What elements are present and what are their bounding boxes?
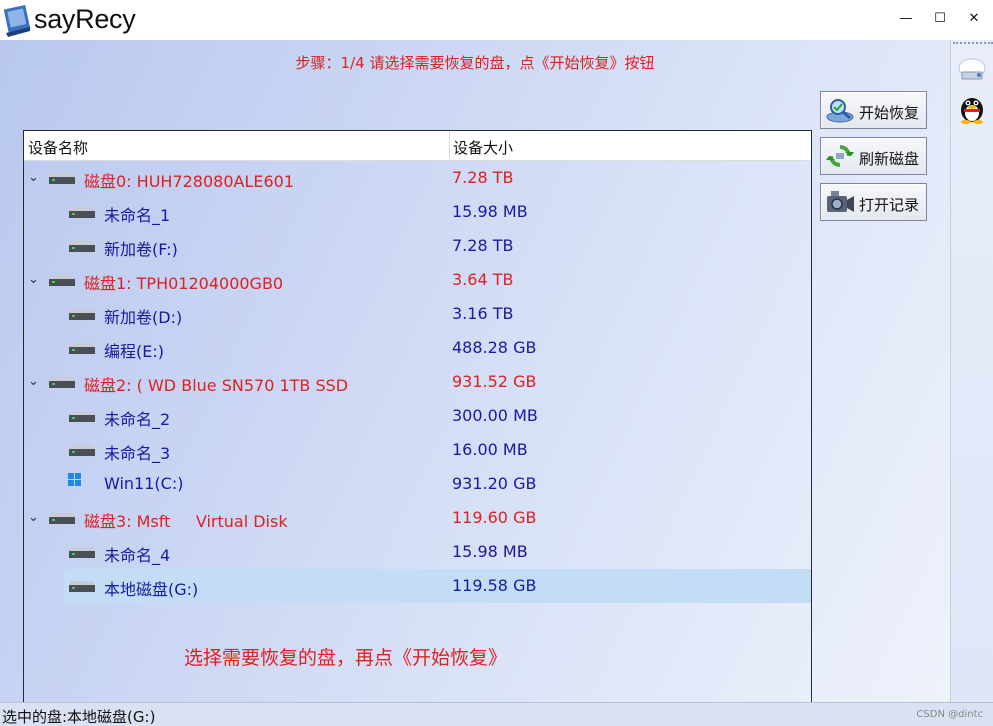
partition-name: Win11(C:) (104, 474, 184, 493)
hard-drive-icon (49, 513, 75, 524)
start-recovery-button[interactable]: 开始恢复 (820, 91, 927, 129)
chevron-down-icon[interactable]: ⌄ (28, 510, 39, 525)
step-instruction: 步骤：1/4 请选择需要恢复的盘，点《开始恢复》按钮 (295, 54, 655, 72)
partition-name: 未命名_2 (104, 410, 171, 429)
camera-icon (827, 191, 854, 212)
status-bar: 选中的盘:本地磁盘(G:) CSDN @dintc (0, 702, 993, 726)
partition-row[interactable]: 新加卷(F:) 7.28 TB (24, 229, 811, 263)
partition-row[interactable]: Win11(C:) 931.20 GB (24, 467, 811, 501)
hard-drive-icon (69, 581, 95, 592)
app-logo-icon (4, 4, 31, 37)
refresh-disks-button[interactable]: 刷新磁盘 (820, 137, 927, 175)
hard-drive-icon (49, 275, 75, 286)
hard-drive-icon (49, 377, 75, 388)
partition-name: 未命名_3 (104, 444, 171, 463)
app-title: sayRecy (34, 4, 136, 34)
partition-size: 16.00 MB (452, 440, 528, 459)
side-toolbar (950, 40, 993, 702)
open-records-button[interactable]: 打开记录 (820, 183, 927, 221)
disk-size: 7.28 TB (452, 168, 514, 187)
hard-drive-icon (69, 343, 95, 354)
column-header-device-name[interactable]: 设备名称 (28, 137, 88, 158)
hard-drive-icon (69, 445, 95, 456)
disk-tree[interactable]: 设备名称 设备大小 ⌄ 磁盘0: HUH728080ALE601 7.28 TB 未命… (23, 130, 812, 718)
hard-drive-icon (69, 411, 95, 422)
partition-row[interactable]: 新加卷(D:) 3.16 TB (24, 297, 811, 331)
disk-row[interactable]: ⌄ 磁盘2: ( WD Blue SN570 1TB SSD 931.52 GB (24, 365, 811, 399)
partition-row[interactable]: 未命名_4 15.98 MB (24, 535, 811, 569)
close-button[interactable]: ✕ (957, 4, 991, 32)
title-bar: sayRecy — ☐ ✕ (0, 0, 993, 40)
selected-disk-status: 选中的盘:本地磁盘(G:) (2, 708, 156, 726)
disk-row[interactable]: ⌄ 磁盘0: HUH728080ALE601 7.28 TB (24, 161, 811, 195)
partition-size: 7.28 TB (452, 236, 514, 255)
start-recovery-label: 开始恢复 (859, 104, 920, 122)
partition-size: 300.00 MB (452, 406, 538, 425)
column-divider[interactable] (449, 131, 450, 161)
qq-penguin-icon[interactable] (958, 92, 986, 124)
disk-name: 磁盘1: TPH01204000GB0 (84, 274, 284, 293)
refresh-disks-label: 刷新磁盘 (859, 150, 920, 168)
minimize-button[interactable]: — (889, 4, 923, 32)
partition-row[interactable]: 编程(E:) 488.28 GB (24, 331, 811, 365)
main-panel: 步骤：1/4 请选择需要恢复的盘，点《开始恢复》按钮 设备名称 设备大小 ⌄ 磁盘… (0, 40, 950, 718)
disk-row[interactable]: ⌄ 磁盘1: TPH01204000GB0 3.64 TB (24, 263, 811, 297)
disk-size: 3.64 TB (452, 270, 514, 289)
disk-name: 磁盘3: Msft Virtual Disk (84, 512, 288, 531)
hard-drive-icon (69, 547, 95, 558)
partition-name: 本地磁盘(G:) (104, 580, 199, 599)
partition-name: 编程(E:) (104, 342, 164, 361)
chevron-down-icon[interactable]: ⌄ (28, 170, 39, 185)
partition-row[interactable]: 未命名_2 300.00 MB (24, 399, 811, 433)
partition-size: 488.28 GB (452, 338, 537, 357)
disk-name: 磁盘2: ( WD Blue SN570 1TB SSD (84, 376, 349, 395)
partition-name: 新加卷(D:) (104, 308, 183, 327)
tree-header: 设备名称 设备大小 (24, 131, 811, 161)
open-records-label: 打开记录 (859, 196, 920, 214)
partition-size: 15.98 MB (452, 202, 528, 221)
hard-drive-icon (69, 207, 95, 218)
chevron-down-icon[interactable]: ⌄ (28, 374, 39, 389)
disk-row[interactable]: ⌄ 磁盘3: Msft Virtual Disk 119.60 GB (24, 501, 811, 535)
partition-size: 931.20 GB (452, 474, 537, 493)
watermark: CSDN @dintc (916, 709, 983, 720)
windows-logo-icon (68, 473, 81, 486)
disk-name: 磁盘0: HUH728080ALE601 (84, 172, 295, 191)
partition-row[interactable]: 未命名_3 16.00 MB (24, 433, 811, 467)
hard-drive-icon (49, 173, 75, 184)
column-header-device-size[interactable]: 设备大小 (453, 137, 513, 158)
magnifier-disk-icon (826, 99, 854, 123)
partition-row[interactable]: 本地磁盘(G:) 119.58 GB (24, 569, 811, 603)
partition-name: 未命名_1 (104, 206, 171, 225)
partition-size: 3.16 TB (452, 304, 514, 323)
refresh-icon (826, 145, 854, 167)
hint-text: 选择需要恢复的盘，再点《开始恢复》 (184, 647, 508, 669)
partition-row[interactable]: 未命名_1 15.98 MB (24, 195, 811, 229)
network-disk-icon[interactable] (956, 54, 988, 84)
hard-drive-icon (69, 241, 95, 252)
disk-size: 931.52 GB (452, 372, 537, 391)
side-toolbar-grip[interactable] (953, 42, 993, 46)
partition-size: 15.98 MB (452, 542, 528, 561)
maximize-button[interactable]: ☐ (923, 4, 957, 32)
partition-name: 新加卷(F:) (104, 240, 178, 259)
partition-size: 119.58 GB (452, 576, 537, 595)
chevron-down-icon[interactable]: ⌄ (28, 272, 39, 287)
partition-name: 未命名_4 (104, 546, 171, 565)
disk-size: 119.60 GB (452, 508, 537, 527)
hard-drive-icon (69, 309, 95, 320)
